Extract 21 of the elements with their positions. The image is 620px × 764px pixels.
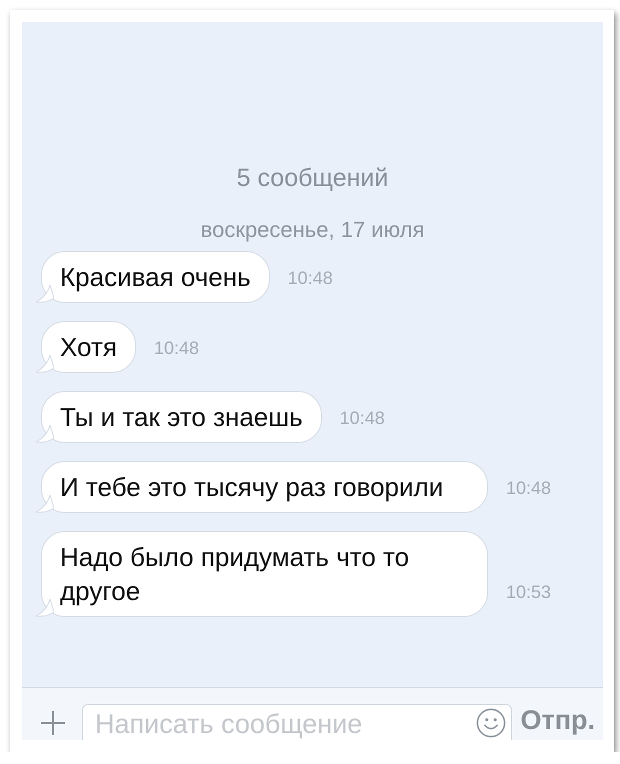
bubble-tail	[36, 599, 54, 617]
smiley-icon[interactable]	[476, 708, 506, 738]
message-time: 10:53	[506, 582, 552, 603]
message-bubble: Надо было придумать что то другое	[41, 531, 488, 617]
message-time: 10:48	[288, 268, 333, 289]
message-count: 5 сообщений	[236, 164, 388, 193]
bubble-tail	[36, 495, 54, 513]
bubble-tail	[36, 355, 54, 373]
bubble-tail	[36, 285, 54, 303]
message-time: 10:48	[506, 478, 552, 499]
message-time: 10:48	[340, 408, 385, 429]
date-separator: воскресенье, 17 июля	[200, 217, 424, 243]
send-button[interactable]: Отпр.	[520, 705, 595, 740]
message-bubble: И тебе это тысячу раз говорили	[41, 461, 488, 513]
bubble-tail	[36, 425, 54, 443]
message-input[interactable]: Написать сообщение	[82, 704, 512, 740]
message-bubble: Красивая очень	[41, 251, 270, 303]
message-bubble: Ты и так это знаешь	[41, 391, 322, 443]
message-bubble: Хотя	[41, 321, 136, 373]
message-time: 10:48	[154, 338, 199, 359]
plus-icon[interactable]	[38, 708, 68, 738]
